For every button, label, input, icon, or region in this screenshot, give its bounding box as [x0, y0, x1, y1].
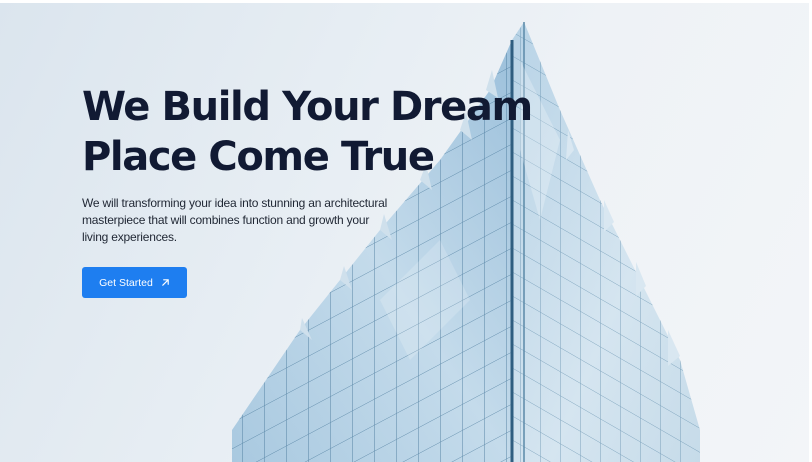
arrow-up-right-icon — [162, 279, 169, 286]
hero-title-line-1: We Build Your Dream — [82, 84, 533, 130]
hero-subtitle-line-2: masterpiece that will combines function … — [82, 213, 370, 227]
hero-section: We Build Your Dream Place Come True We w… — [0, 0, 812, 462]
hero-subtitle-line-1: We will transforming your idea into stun… — [82, 196, 388, 210]
get-started-button[interactable]: Get Started — [82, 267, 187, 298]
top-border — [0, 0, 812, 3]
hero-title: We Build Your Dream Place Come True — [82, 82, 533, 182]
get-started-label: Get Started — [99, 276, 153, 289]
hero-title-line-2: Place Come True — [82, 134, 435, 180]
hero-subtitle: We will transforming your idea into stun… — [82, 195, 387, 246]
hero-subtitle-line-3: living experiences. — [82, 230, 177, 244]
